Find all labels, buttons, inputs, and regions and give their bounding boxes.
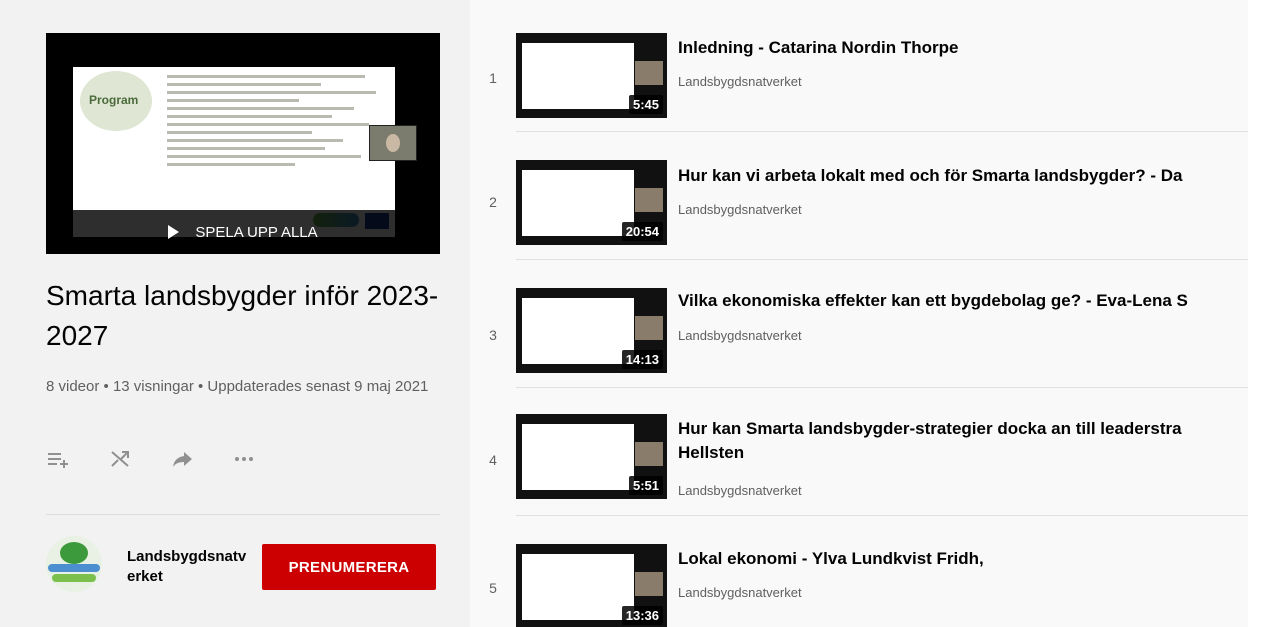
slide-agenda-lines	[167, 75, 387, 171]
video-channel[interactable]: Landsbygdsnatverket	[678, 483, 802, 498]
play-icon	[168, 225, 180, 239]
channel-avatar[interactable]	[46, 536, 102, 592]
video-title[interactable]: Vilka ekonomiska effekter kan ett bygdeb…	[678, 289, 1248, 313]
play-all-button[interactable]: SPELA UPP ALLA	[46, 210, 440, 254]
video-channel[interactable]: Landsbygdsnatverket	[678, 202, 802, 217]
video-index: 2	[489, 194, 497, 210]
video-channel[interactable]: Landsbygdsnatverket	[678, 328, 802, 343]
video-channel[interactable]: Landsbygdsnatverket	[678, 585, 802, 600]
video-title[interactable]: Hur kan Smarta landsbygder-strategier do…	[678, 417, 1238, 465]
playlist-video-list: 1 5:45 Inledning - Catarina Nordin Thorp…	[470, 0, 1248, 627]
scroll-gutter	[1248, 0, 1266, 627]
share-icon[interactable]	[170, 446, 232, 472]
video-thumbnail[interactable]: 5:45	[516, 33, 667, 118]
video-thumbnail[interactable]: 20:54	[516, 160, 667, 245]
slide-heading: Program	[89, 93, 139, 107]
list-item[interactable]: 4 5:51 Hur kan Smarta landsbygder-strate…	[470, 388, 1248, 516]
video-channel[interactable]: Landsbygdsnatverket	[678, 74, 802, 89]
video-duration: 20:54	[621, 222, 663, 241]
video-title[interactable]: Inledning - Catarina Nordin Thorpe	[678, 36, 1248, 60]
video-duration: 14:13	[621, 350, 663, 369]
video-duration: 13:36	[621, 606, 663, 625]
video-duration: 5:45	[628, 95, 663, 114]
playlist-sidebar: Program SPELA UPP ALLA Smarta landsbygde…	[0, 0, 470, 627]
sidebar-divider	[46, 514, 440, 515]
list-item[interactable]: 1 5:45 Inledning - Catarina Nordin Thorp…	[470, 4, 1248, 132]
subscribe-button[interactable]: PRENUMERERA	[262, 544, 436, 590]
video-duration: 5:51	[628, 476, 663, 495]
video-title[interactable]: Lokal ekonomi - Ylva Lundkvist Fridh,	[678, 547, 1248, 571]
list-item[interactable]: 5 13:36 Lokal ekonomi - Ylva Lundkvist F…	[470, 516, 1248, 627]
video-thumbnail[interactable]: 5:51	[516, 414, 667, 499]
video-index: 4	[489, 452, 497, 468]
shuffle-icon[interactable]	[108, 446, 170, 472]
list-item[interactable]: 3 14:13 Vilka ekonomiska effekter kan et…	[470, 260, 1248, 388]
video-index: 5	[489, 580, 497, 596]
playlist-page: Program SPELA UPP ALLA Smarta landsbygde…	[0, 0, 1266, 627]
video-index: 1	[489, 70, 497, 86]
playlist-stats: 8 videor • 13 visningar • Uppdaterades s…	[46, 378, 429, 395]
playlist-hero-thumbnail[interactable]: Program SPELA UPP ALLA	[46, 33, 440, 254]
video-title[interactable]: Hur kan vi arbeta lokalt med och för Sma…	[678, 164, 1248, 188]
playlist-actions	[46, 446, 294, 472]
speaker-camera-inset	[369, 125, 417, 161]
video-index: 3	[489, 327, 497, 343]
list-item[interactable]: 2 20:54 Hur kan vi arbeta lokalt med och…	[470, 132, 1248, 260]
more-icon[interactable]	[232, 446, 294, 472]
play-all-label: SPELA UPP ALLA	[195, 223, 318, 241]
video-thumbnail[interactable]: 13:36	[516, 544, 667, 627]
add-to-queue-icon[interactable]	[46, 446, 108, 472]
channel-name-link[interactable]: Landsbygdsnatverket	[127, 547, 252, 587]
playlist-title: Smarta landsbygder inför 2023-2027	[46, 280, 439, 351]
video-thumbnail[interactable]: 14:13	[516, 288, 667, 373]
